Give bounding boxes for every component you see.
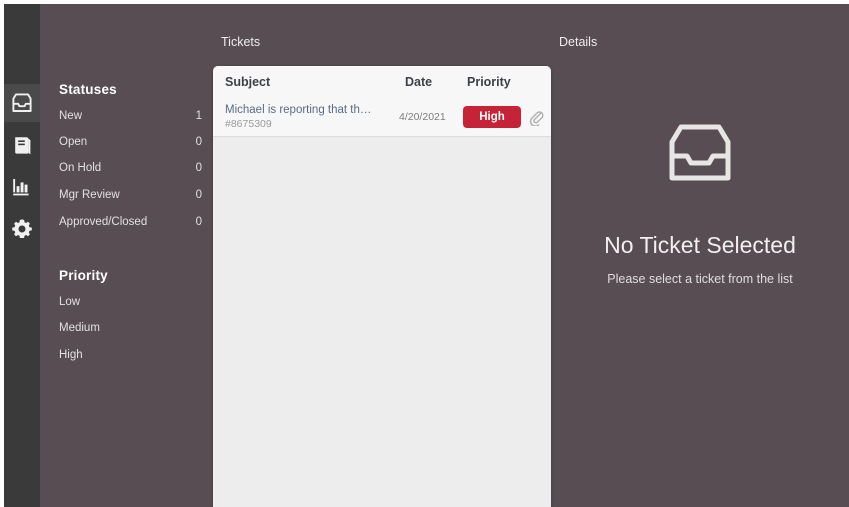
- priority-label: High: [59, 349, 83, 361]
- status-filter-new[interactable]: New 1: [59, 110, 202, 126]
- details-panel: No Ticket Selected Please select a ticke…: [551, 4, 849, 507]
- paperclip-icon[interactable]: [529, 109, 544, 131]
- priority-label: Medium: [59, 322, 100, 334]
- column-header-subject[interactable]: Subject: [225, 75, 270, 89]
- status-label: New: [59, 110, 83, 122]
- ticket-id: #8675309: [225, 118, 272, 130]
- rail-item-settings[interactable]: [4, 210, 40, 248]
- ticket-list-panel: Subject Date Priority Michael is reporti…: [213, 66, 551, 507]
- status-filter-approved-closed[interactable]: Approved/Closed 0: [59, 216, 202, 232]
- bar-chart-icon: [11, 177, 33, 197]
- ticket-subject[interactable]: Michael is reporting that th…: [225, 104, 395, 116]
- status-count: 1: [195, 110, 202, 122]
- status-filter-open[interactable]: Open 0: [59, 136, 202, 152]
- table-row[interactable]: Michael is reporting that th… #8675309 4…: [213, 99, 551, 137]
- status-label: On Hold: [59, 162, 102, 174]
- rail-item-inbox[interactable]: [4, 84, 40, 122]
- status-badge: High: [463, 106, 521, 128]
- status-count: 0: [195, 189, 202, 201]
- status-count: 0: [195, 162, 202, 174]
- priority-label: Low: [59, 296, 81, 308]
- empty-state-subtitle: Please select a ticket from the list: [607, 272, 793, 286]
- priority-heading: Priority: [59, 268, 108, 283]
- inbox-icon: [664, 122, 736, 189]
- empty-state-title: No Ticket Selected: [604, 232, 796, 258]
- inbox-icon: [11, 93, 33, 113]
- status-filter-mgr-review[interactable]: Mgr Review 0: [59, 189, 202, 205]
- status-label: Approved/Closed: [59, 216, 148, 228]
- priority-filter-medium[interactable]: Medium: [59, 322, 202, 338]
- ticket-list-header: Subject Date Priority: [213, 66, 551, 100]
- gear-icon: [11, 218, 33, 240]
- priority-filter-high[interactable]: High: [59, 349, 202, 365]
- rail-item-reports[interactable]: [4, 168, 40, 206]
- status-label: Open: [59, 136, 88, 148]
- icon-rail: [4, 4, 40, 507]
- status-label: Mgr Review: [59, 189, 120, 201]
- ticket-date: 4/20/2021: [399, 111, 446, 123]
- column-header-date[interactable]: Date: [405, 75, 432, 89]
- column-header-priority[interactable]: Priority: [467, 75, 511, 89]
- tickets-caption: Tickets: [221, 35, 261, 49]
- book-icon: [12, 135, 33, 156]
- filters-sidebar: Statuses New 1 Open 0 On Hold 0 Mgr Revi…: [40, 4, 213, 507]
- status-count: 0: [195, 136, 202, 148]
- priority-filter-low[interactable]: Low: [59, 296, 202, 312]
- app-window: Statuses New 1 Open 0 On Hold 0 Mgr Revi…: [0, 0, 849, 507]
- statuses-heading: Statuses: [59, 82, 117, 97]
- status-count: 0: [195, 216, 202, 228]
- rail-item-knowledge-base[interactable]: [4, 126, 40, 164]
- status-filter-on-hold[interactable]: On Hold 0: [59, 162, 202, 178]
